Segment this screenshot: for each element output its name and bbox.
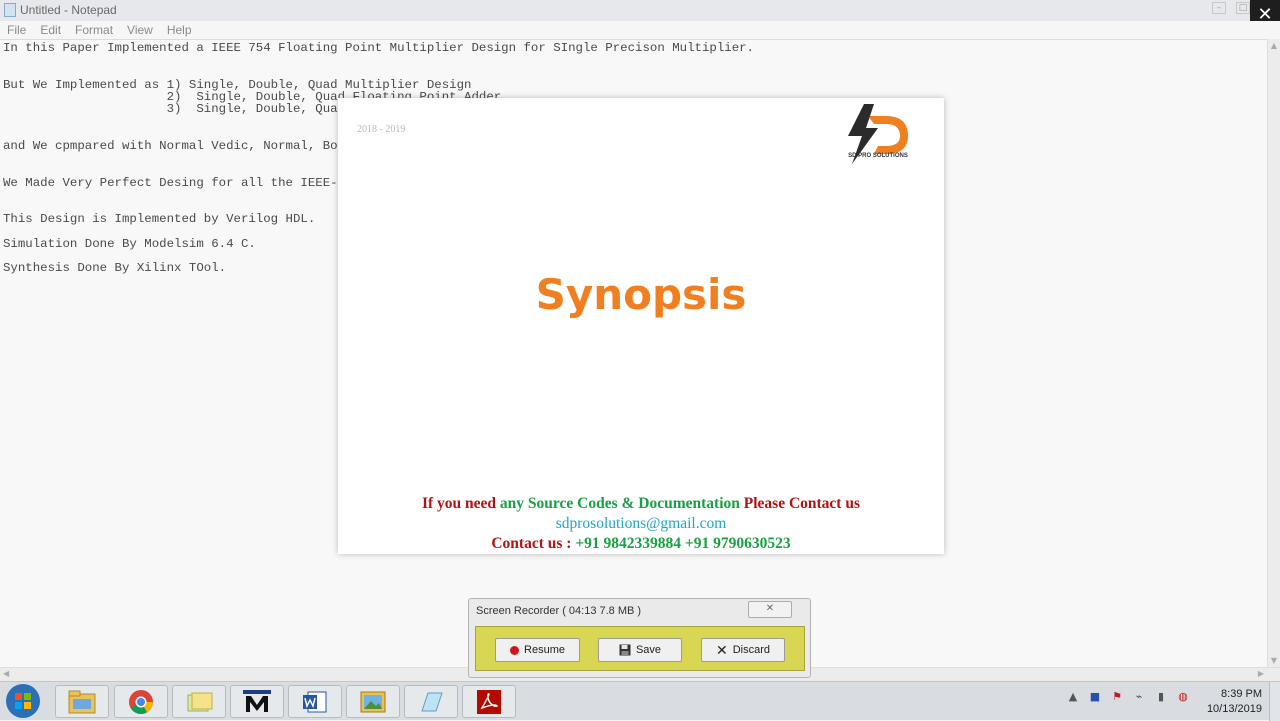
notepad-icon xyxy=(4,3,16,17)
vertical-scrollbar[interactable]: ▲ ▼ xyxy=(1267,39,1280,667)
discard-button[interactable]: ✕ Discard xyxy=(701,638,785,662)
contact-email-line: sdprosolutions@gmail.com xyxy=(338,515,944,533)
volume-muted-icon[interactable]: ◍ xyxy=(1176,690,1190,704)
show-desktop-button[interactable] xyxy=(1269,682,1280,721)
system-tray: ▲ ■ ⚑ ⌁ ▮ ◍ xyxy=(1066,690,1190,704)
contact-phone-line: Contact us : +91 9842339884 +91 97906305… xyxy=(338,535,944,553)
resume-button[interactable]: Resume xyxy=(495,638,580,662)
slide-title: Synopsis xyxy=(535,270,747,319)
clock-date: 10/13/2019 xyxy=(1206,703,1262,715)
photo-viewer-icon xyxy=(360,691,386,712)
windows-start-icon[interactable] xyxy=(5,683,41,719)
resume-label: Resume xyxy=(524,644,565,656)
taskbar: ▲ ■ ⚑ ⌁ ▮ ◍ 8:39 PM 10/13/2019 xyxy=(0,681,1280,721)
menu-view[interactable]: View xyxy=(127,21,153,39)
contact-line-1: If you need any Source Codes & Documenta… xyxy=(338,495,944,513)
contact-phones: +91 9842339884 +91 9790630523 xyxy=(575,535,791,552)
taskbar-clock[interactable]: 8:39 PM 10/13/2019 xyxy=(1207,687,1262,717)
show-hidden-icons-icon[interactable]: ▲ xyxy=(1066,690,1080,704)
scroll-right-icon[interactable]: ▶ xyxy=(1258,669,1264,678)
taskbar-notepad[interactable] xyxy=(404,685,458,718)
notepad-app-icon xyxy=(421,692,443,711)
clock-time: 8:39 PM xyxy=(1221,688,1262,700)
save-button[interactable]: Save xyxy=(598,638,682,662)
taskbar-photo-viewer[interactable] xyxy=(346,685,400,718)
window-title: Untitled - Notepad xyxy=(20,3,117,17)
menu-help[interactable]: Help xyxy=(167,21,192,39)
editor-line: We Made Very Perfect Desing for all the … xyxy=(3,176,338,190)
editor-line: and We cpmpared with Normal Vedic, Norma… xyxy=(3,139,338,153)
minimize-button[interactable]: – xyxy=(1212,2,1226,14)
contact-email: sdprosolutions@gmail.com xyxy=(555,515,727,532)
floppy-disk-icon xyxy=(619,644,631,656)
contact-label: Contact us : xyxy=(491,535,576,552)
editor-line: In this Paper Implemented a IEEE 754 Flo… xyxy=(3,41,754,55)
menu-edit[interactable]: Edit xyxy=(40,21,61,39)
logo-text: SD PRO SOLUTIONS xyxy=(848,153,908,159)
editor-line: Synthesis Done By Xilinx TOol. xyxy=(3,261,227,275)
network-signal-icon[interactable]: ▮ xyxy=(1154,690,1168,704)
taskbar-chrome[interactable] xyxy=(114,685,168,718)
editor-line: 3) Single, Double, Qua xyxy=(3,102,338,116)
scroll-left-icon[interactable]: ◀ xyxy=(3,669,9,678)
recorder-controls: Resume Save ✕ Discard xyxy=(475,626,805,671)
slide-year: 2018 - 2019 xyxy=(357,124,406,135)
taskbar-word[interactable] xyxy=(288,685,342,718)
editor-line: Simulation Done By Modelsim 6.4 C. xyxy=(3,237,256,251)
modelsim-icon xyxy=(243,689,271,712)
record-dot-icon xyxy=(510,645,520,655)
folder-icon xyxy=(68,690,96,713)
taskbar-files[interactable] xyxy=(172,685,226,718)
screen-recorder-dialog: Screen Recorder ( 04:13 7.8 MB ) ✕ Resum… xyxy=(468,598,811,678)
scroll-up-icon[interactable]: ▲ xyxy=(1268,41,1280,50)
discard-x-icon: ✕ xyxy=(715,642,728,658)
menu-format[interactable]: Format xyxy=(75,21,113,39)
contact-text-a: If you need xyxy=(421,495,500,512)
usb-device-icon[interactable]: ⌁ xyxy=(1132,690,1146,704)
recorder-title: Screen Recorder ( 04:13 7.8 MB ) xyxy=(476,605,642,617)
files-icon xyxy=(187,692,213,711)
maximize-button[interactable]: □ xyxy=(1236,2,1250,14)
taskbar-acrobat[interactable] xyxy=(462,685,516,718)
contact-text-c: Please Contact us xyxy=(739,495,861,512)
discard-label: Discard xyxy=(732,644,771,656)
scroll-down-icon[interactable]: ▼ xyxy=(1268,656,1280,665)
acrobat-icon xyxy=(477,689,501,714)
save-label: Save xyxy=(635,644,662,656)
chrome-icon xyxy=(129,689,153,714)
recorder-close-button[interactable]: ✕ xyxy=(748,601,792,618)
contact-text-b: any Source Codes & Documentation xyxy=(499,495,740,512)
editor-line: This Design is Implemented by Verilog HD… xyxy=(3,212,316,226)
word-icon xyxy=(303,691,327,712)
action-center-icon[interactable]: ⚑ xyxy=(1110,690,1124,704)
notepad-title-bar[interactable]: Untitled - Notepad – □ xyxy=(0,0,1280,21)
language-flag-icon[interactable]: ■ xyxy=(1088,690,1102,704)
menu-file[interactable]: File xyxy=(7,21,26,39)
synopsis-slide: 2018 - 2019 SD PRO SOLUTIONS Synopsis If… xyxy=(338,98,944,554)
menu-bar: File Edit Format View Help xyxy=(0,21,1280,39)
taskbar-explorer[interactable] xyxy=(55,685,109,718)
taskbar-modelsim[interactable] xyxy=(230,685,284,718)
